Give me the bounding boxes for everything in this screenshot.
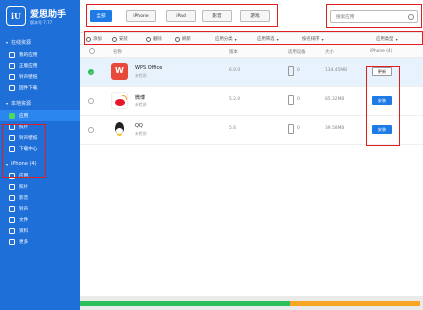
photo-icon xyxy=(9,183,15,190)
sidebar-item-my-apps[interactable]: 我的应用 xyxy=(0,49,80,60)
sidebar-item-ringtones-online[interactable]: 铃声壁纸 xyxy=(0,71,80,82)
sidebar-item-iphone-photos[interactable]: 照片 xyxy=(0,181,80,192)
apps-grid-icon xyxy=(9,112,15,119)
sidebar-item-label: 固件下载 xyxy=(19,85,38,91)
sidebar-item-label: 文件 xyxy=(19,217,29,223)
section-label: 在线资源 xyxy=(11,40,32,46)
caret-down-icon: ▾ xyxy=(6,40,9,45)
sidebar-item-local-apps[interactable]: 应用 xyxy=(0,110,80,121)
section-online[interactable]: ▾ 在线资源 xyxy=(0,36,80,49)
app-version: 版本号 7.77 xyxy=(30,19,53,25)
contacts-icon xyxy=(9,227,15,234)
storage-used-segment xyxy=(80,301,290,306)
col-size[interactable]: 大小 xyxy=(325,49,334,55)
app-name: 微博 xyxy=(135,95,146,101)
device-count: 0 xyxy=(297,126,300,131)
highlight-box-tabs xyxy=(86,4,278,27)
app-size: 85.32MB xyxy=(325,97,345,102)
sidebar-item-iphone-ringtones[interactable]: 铃声 xyxy=(0,203,80,214)
col-name[interactable]: 名称 xyxy=(113,49,122,55)
apps-icon xyxy=(9,62,15,69)
app-title: 爱思助手 xyxy=(30,9,67,20)
storage-other-segment xyxy=(290,301,420,306)
highlight-box-actions xyxy=(84,31,423,45)
sidebar-item-label: 资料 xyxy=(19,228,29,234)
highlight-box-sidebar xyxy=(2,124,46,178)
app-name: QQ xyxy=(135,123,143,129)
sidebar-item-iphone-info[interactable]: 资料 xyxy=(0,225,80,236)
storage-bar xyxy=(80,296,423,310)
folder-icon xyxy=(9,216,15,223)
app-version: 5.2.0 xyxy=(229,97,241,102)
device-count: 0 xyxy=(297,68,300,73)
phone-icon xyxy=(288,95,294,105)
sidebar-item-label: 应用 xyxy=(19,113,29,119)
sidebar-item-label: 铃声壁纸 xyxy=(19,74,38,80)
table-header: 名称 版本 适用设备 大小 iPhone (4) xyxy=(80,45,423,58)
row-checkbox[interactable] xyxy=(88,98,94,104)
section-local[interactable]: ▾ 本地资源 xyxy=(0,97,80,110)
download-icon xyxy=(9,84,15,91)
sidebar-item-label: 影音 xyxy=(19,195,29,201)
col-version[interactable]: 版本 xyxy=(229,49,238,55)
app-size: 39.58MB xyxy=(325,126,345,131)
sidebar-item-label: 照片 xyxy=(19,184,29,190)
section-label: 本地资源 xyxy=(11,101,32,107)
sidebar-item-label: 正版应用 xyxy=(19,63,38,69)
row-checkbox[interactable] xyxy=(88,127,94,133)
app-size: 134.45MB xyxy=(325,68,348,73)
col-iphone[interactable]: iPhone (4) xyxy=(370,49,392,54)
wps-app-icon xyxy=(111,63,128,80)
video-icon xyxy=(9,194,15,201)
sidebar-item-label: 铃声 xyxy=(19,206,29,212)
sidebar-item-iphone-files[interactable]: 文件 xyxy=(0,214,80,225)
bell-icon xyxy=(9,205,15,212)
phone-icon xyxy=(288,124,294,134)
row-checkbox[interactable] xyxy=(88,69,94,75)
col-device[interactable]: 适用设备 xyxy=(288,49,306,55)
sidebar-item-label: 更多 xyxy=(19,239,29,245)
sidebar-item-label: 我的应用 xyxy=(19,52,38,58)
apps-icon xyxy=(9,51,15,58)
sidebar-item-iphone-media[interactable]: 影音 xyxy=(0,192,80,203)
sidebar-item-firmware[interactable]: 固件下载 xyxy=(0,82,80,93)
app-status: 未检测 xyxy=(135,102,147,107)
logo-icon: iU xyxy=(6,6,26,26)
app-name: WPS Office xyxy=(135,65,163,71)
highlight-box-actions-column xyxy=(366,66,400,146)
app-version: 5.6 xyxy=(229,126,236,131)
select-all-checkbox[interactable] xyxy=(89,48,95,54)
app-status: 未检测 xyxy=(135,131,147,136)
app-version: 6.0.0 xyxy=(229,68,241,73)
sidebar-item-official-apps[interactable]: 正版应用 xyxy=(0,60,80,71)
device-count: 0 xyxy=(297,97,300,102)
more-icon xyxy=(9,238,15,245)
app-status: 未检测 xyxy=(135,73,147,78)
highlight-box-search xyxy=(326,4,422,28)
qq-app-icon xyxy=(111,121,128,138)
phone-icon xyxy=(288,66,294,76)
weibo-app-icon xyxy=(111,92,128,109)
music-icon xyxy=(9,73,15,80)
caret-down-icon: ▾ xyxy=(6,101,9,106)
sidebar-item-iphone-more[interactable]: 更多 xyxy=(0,236,80,247)
app-logo: iU 爱思助手 版本号 7.77 xyxy=(0,0,80,32)
